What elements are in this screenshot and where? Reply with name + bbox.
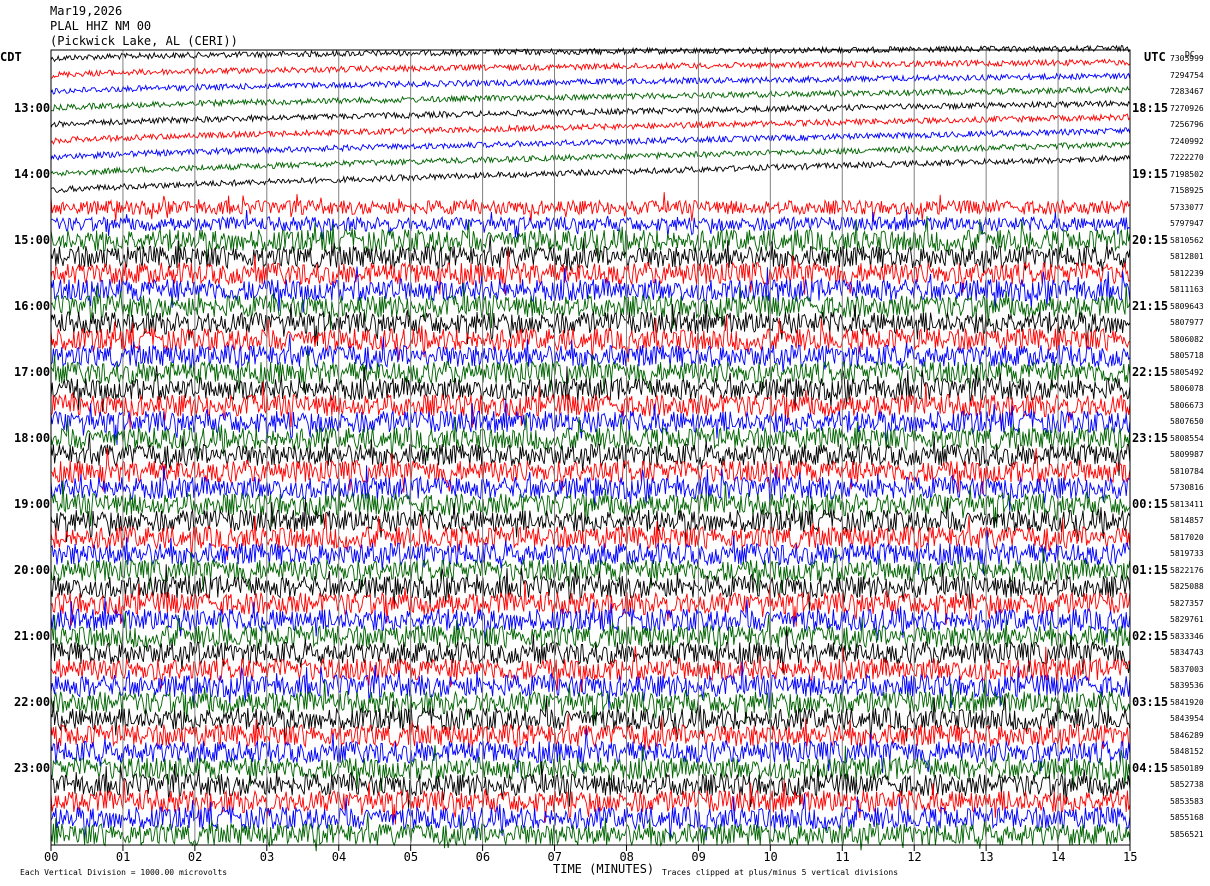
trace-row: [50, 44, 1131, 63]
trace-row: [50, 192, 1131, 223]
trace-row: [50, 629, 1131, 675]
seismogram-plot: [50, 44, 1131, 852]
trace-row: [50, 85, 1130, 112]
trace-row: [50, 113, 1131, 145]
trace-row: [50, 334, 1131, 373]
trace-row: [50, 779, 1131, 826]
trace-row: [50, 141, 1131, 177]
trace-row: [50, 99, 1131, 129]
trace-row: [50, 154, 1131, 194]
trace-row: [50, 365, 1131, 412]
trace-row: [50, 498, 1131, 543]
trace-row: [50, 72, 1131, 95]
